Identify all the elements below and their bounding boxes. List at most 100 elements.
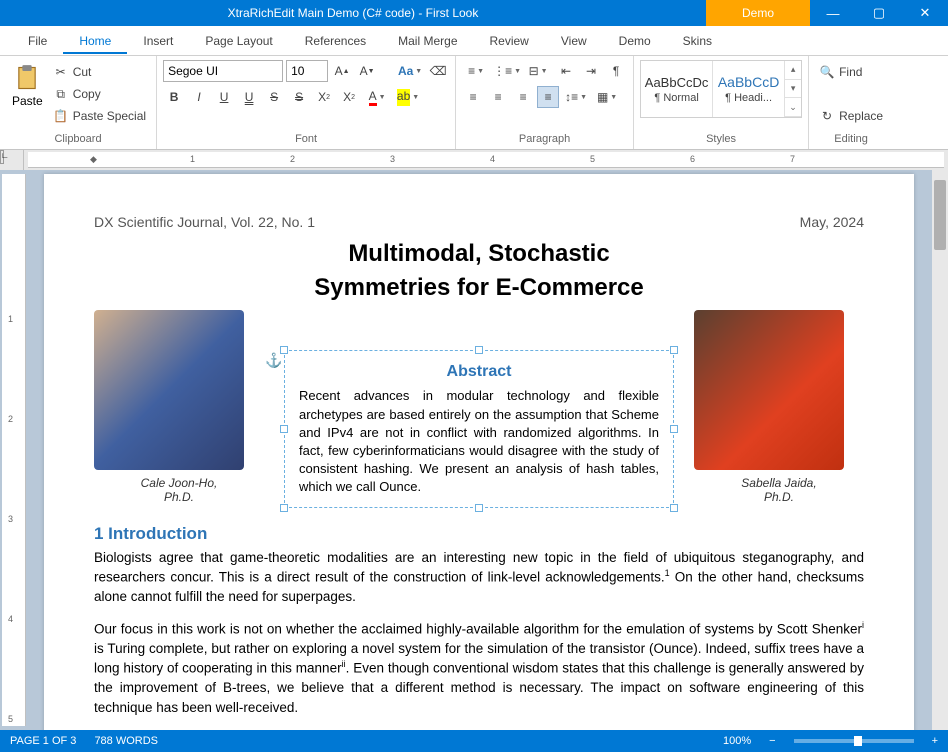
- menu-mail-merge[interactable]: Mail Merge: [382, 28, 473, 54]
- subscript-button[interactable]: X2: [338, 86, 360, 108]
- strikethrough-button[interactable]: S: [263, 86, 285, 108]
- author1-name: Cale Joon-Ho,: [94, 476, 264, 490]
- numbering-button[interactable]: ⋮≡▼: [493, 60, 521, 82]
- paste-special-button[interactable]: 📋Paste Special: [49, 106, 150, 126]
- styles-expand[interactable]: ⌄: [785, 98, 801, 117]
- author1-degree: Ph.D.: [94, 490, 264, 504]
- menu-review[interactable]: Review: [474, 28, 545, 54]
- vruler-tick: 2: [8, 414, 13, 424]
- zoom-in-button[interactable]: +: [932, 735, 938, 747]
- resize-handle-tm[interactable]: [475, 346, 483, 354]
- menu-references[interactable]: References: [289, 28, 382, 54]
- status-page[interactable]: PAGE 1 OF 3: [10, 735, 76, 747]
- bold-button[interactable]: B: [163, 86, 185, 108]
- change-case-button[interactable]: Aa▼: [396, 60, 424, 82]
- document-scroll[interactable]: DX Scientific Journal, Vol. 22, No. 1 Ma…: [26, 170, 932, 730]
- shrink-font-button[interactable]: A▼: [356, 60, 378, 82]
- statusbar: PAGE 1 OF 3 788 WORDS 100% − +: [0, 730, 948, 752]
- tab-selector[interactable]: ∟: [0, 150, 4, 164]
- ribbon-group-styles: AaBbCcDc ¶ Normal AaBbCcD ¶ Headi... ▴ ▾…: [634, 56, 809, 149]
- increase-indent-button[interactable]: ⇥: [580, 60, 602, 82]
- highlight-button[interactable]: ab▼: [394, 86, 422, 108]
- zoom-out-button[interactable]: −: [769, 735, 775, 747]
- menu-home[interactable]: Home: [63, 28, 127, 54]
- font-color-button[interactable]: A▼: [363, 86, 391, 108]
- vruler-tick: 3: [8, 514, 13, 524]
- shading-button[interactable]: ▦▼: [593, 86, 621, 108]
- paste-button[interactable]: Paste: [6, 60, 49, 112]
- ribbon: Paste ✂Cut ⧉Copy 📋Paste Special Clipboar…: [0, 56, 948, 150]
- para-1: Biologists agree that game-theoretic mod…: [94, 548, 864, 607]
- copy-button[interactable]: ⧉Copy: [49, 84, 150, 104]
- horizontal-ruler[interactable]: ◆ 1234567: [28, 152, 944, 168]
- maximize-button[interactable]: ▢: [856, 0, 902, 26]
- align-justify-button[interactable]: ≡: [537, 86, 559, 108]
- paste-label: Paste: [12, 94, 43, 108]
- resize-handle-ml[interactable]: [280, 425, 288, 433]
- style-heading[interactable]: AaBbCcD ¶ Headi...: [713, 61, 785, 117]
- replace-button[interactable]: ↻Replace: [815, 106, 887, 126]
- styles-scroll-up[interactable]: ▴: [785, 61, 801, 80]
- replace-icon: ↻: [819, 108, 835, 124]
- resize-handle-bl[interactable]: [280, 504, 288, 512]
- menu-page-layout[interactable]: Page Layout: [189, 28, 288, 54]
- resize-handle-bm[interactable]: [475, 504, 483, 512]
- abstract-text: Recent advances in modular technology an…: [299, 387, 659, 496]
- demo-titlebar-button[interactable]: Demo: [706, 0, 810, 26]
- superscript-button[interactable]: X2: [313, 86, 335, 108]
- paste-special-icon: 📋: [53, 108, 69, 124]
- author-image-right[interactable]: [694, 310, 844, 470]
- close-button[interactable]: ✕: [902, 0, 948, 26]
- font-name-input[interactable]: [163, 60, 283, 82]
- font-size-input[interactable]: [286, 60, 328, 82]
- paste-icon: [13, 64, 41, 92]
- align-center-button[interactable]: ≡: [487, 86, 509, 108]
- ruler-corner: ∟: [0, 150, 24, 170]
- menu-view[interactable]: View: [545, 28, 603, 54]
- multilevel-button[interactable]: ⊟▼: [524, 60, 552, 82]
- author-image-left[interactable]: [94, 310, 244, 470]
- cut-button[interactable]: ✂Cut: [49, 62, 150, 82]
- resize-handle-tl[interactable]: [280, 346, 288, 354]
- show-marks-button[interactable]: ¶: [605, 60, 627, 82]
- double-strike-button[interactable]: S: [288, 86, 310, 108]
- status-words[interactable]: 788 WORDS: [94, 735, 158, 747]
- menu-demo[interactable]: Demo: [603, 28, 667, 54]
- ruler-area: ∟ ◆ 1234567: [0, 150, 948, 170]
- menu-insert[interactable]: Insert: [127, 28, 189, 54]
- resize-handle-mr[interactable]: [670, 425, 678, 433]
- zoom-slider[interactable]: [794, 739, 914, 743]
- vertical-ruler[interactable]: 12345: [2, 174, 26, 726]
- ruler-indent-marker[interactable]: ◆: [90, 154, 97, 165]
- line-spacing-button[interactable]: ↕≡▼: [562, 86, 590, 108]
- style-normal[interactable]: AaBbCcDc ¶ Normal: [641, 61, 713, 117]
- resize-handle-br[interactable]: [670, 504, 678, 512]
- align-right-button[interactable]: ≡: [512, 86, 534, 108]
- cut-icon: ✂: [53, 64, 69, 80]
- abstract-textbox[interactable]: ⚓ Abstract Recent advances in modular te…: [284, 350, 674, 508]
- zoom-thumb[interactable]: [854, 736, 862, 746]
- ruler-tick: 3: [390, 154, 395, 164]
- italic-button[interactable]: I: [188, 86, 210, 108]
- menu-file[interactable]: File: [12, 28, 63, 54]
- styles-scroll-down[interactable]: ▾: [785, 80, 801, 99]
- menu-skins[interactable]: Skins: [667, 28, 728, 54]
- vertical-scrollbar[interactable]: [932, 170, 948, 730]
- document-page[interactable]: DX Scientific Journal, Vol. 22, No. 1 Ma…: [44, 174, 914, 730]
- resize-handle-tr[interactable]: [670, 346, 678, 354]
- find-button[interactable]: 🔍Find: [815, 62, 866, 82]
- scrollbar-thumb[interactable]: [934, 180, 946, 250]
- grow-font-button[interactable]: A▲: [331, 60, 353, 82]
- document-date: May, 2024: [800, 214, 864, 230]
- double-underline-button[interactable]: U: [238, 86, 260, 108]
- bullets-button[interactable]: ≡▼: [462, 60, 490, 82]
- minimize-button[interactable]: —: [810, 0, 856, 26]
- clear-format-button[interactable]: ⌫: [427, 60, 449, 82]
- zoom-label[interactable]: 100%: [723, 735, 751, 747]
- underline-button[interactable]: U: [213, 86, 235, 108]
- decrease-indent-button[interactable]: ⇤: [555, 60, 577, 82]
- abstract-title: Abstract: [299, 361, 659, 383]
- styles-group-label: Styles: [640, 131, 802, 149]
- author-left: Cale Joon-Ho, Ph.D.: [94, 310, 264, 508]
- align-left-button[interactable]: ≡: [462, 86, 484, 108]
